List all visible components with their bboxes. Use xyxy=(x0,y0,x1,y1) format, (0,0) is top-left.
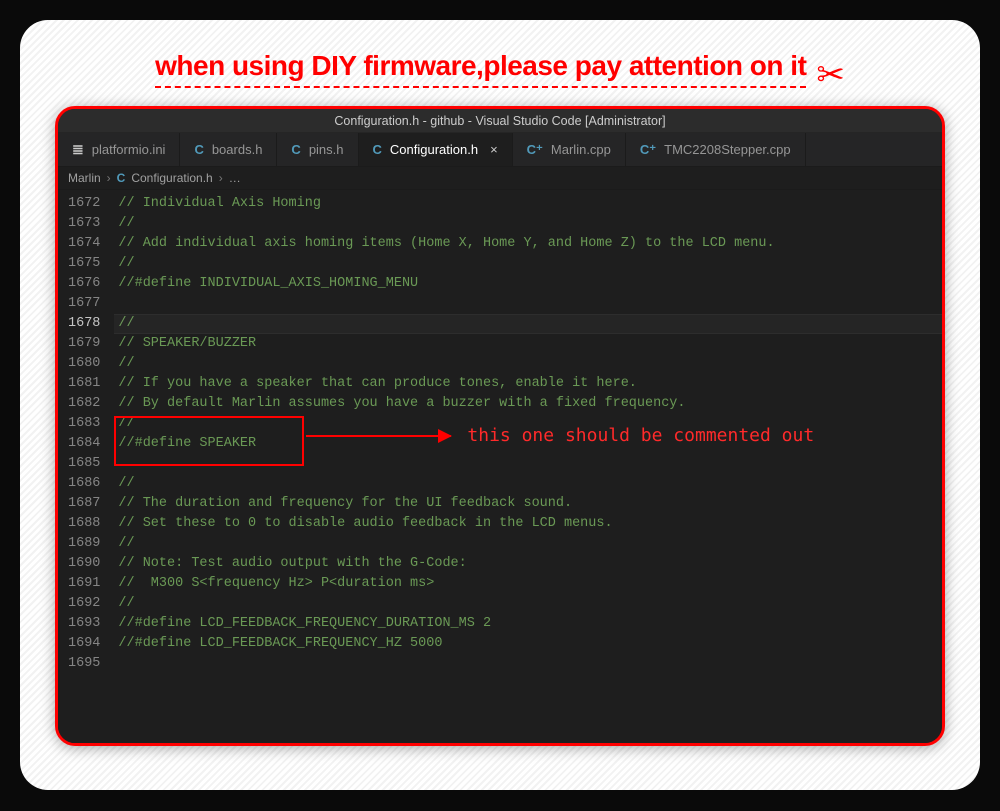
headline-text: when using DIY firmware,please pay atten… xyxy=(155,50,806,88)
breadcrumb-root: Marlin xyxy=(68,171,101,185)
line-number: 1677 xyxy=(68,294,100,314)
tab-label: Configuration.h xyxy=(390,142,478,157)
c-file-icon: C xyxy=(117,171,126,185)
code-line: //#define SPEAKER xyxy=(118,434,942,454)
editor-tab[interactable]: Cboards.h xyxy=(180,133,277,166)
code-line: // xyxy=(118,254,942,274)
line-number: 1675 xyxy=(68,254,100,274)
editor-tabbar: ≣platformio.iniCboards.hCpins.hCConfigur… xyxy=(58,133,942,167)
code-line: // By default Marlin assumes you have a … xyxy=(118,394,942,414)
code-line: // xyxy=(118,414,942,434)
chevron-right-icon xyxy=(219,171,223,185)
code-line: //#define INDIVIDUAL_AXIS_HOMING_MENU xyxy=(118,274,942,294)
code-line: // xyxy=(118,594,942,614)
code-line: //#define LCD_FEEDBACK_FREQUENCY_DURATIO… xyxy=(118,614,942,634)
code-line xyxy=(118,654,942,674)
line-number: 1678 xyxy=(68,314,100,334)
line-number: 1695 xyxy=(68,654,100,674)
instruction-card: when using DIY firmware,please pay atten… xyxy=(20,20,980,790)
code-line: //#define LCD_FEEDBACK_FREQUENCY_HZ 5000 xyxy=(118,634,942,654)
line-number: 1688 xyxy=(68,514,100,534)
tab-label: TMC2208Stepper.cpp xyxy=(664,142,790,157)
line-number: 1682 xyxy=(68,394,100,414)
line-number: 1681 xyxy=(68,374,100,394)
line-number: 1684 xyxy=(68,434,100,454)
tab-label: pins.h xyxy=(309,142,344,157)
line-number: 1689 xyxy=(68,534,100,554)
scissors-icon: ✂ xyxy=(816,58,845,92)
line-number: 1672 xyxy=(68,194,100,214)
code-line: // Set these to 0 to disable audio feedb… xyxy=(118,514,942,534)
line-number: 1676 xyxy=(68,274,100,294)
chevron-right-icon xyxy=(107,171,111,185)
file-type-icon: ≣ xyxy=(72,141,84,158)
code-line: // The duration and frequency for the UI… xyxy=(118,494,942,514)
code-line xyxy=(118,294,942,314)
tab-label: platformio.ini xyxy=(92,142,166,157)
line-number: 1690 xyxy=(68,554,100,574)
code-line: // Note: Test audio output with the G-Co… xyxy=(118,554,942,574)
line-number: 1674 xyxy=(68,234,100,254)
line-number: 1692 xyxy=(68,594,100,614)
editor-tab[interactable]: C⁺ TMC2208Stepper.cpp xyxy=(626,133,806,166)
editor-tab[interactable]: C Configuration.h × xyxy=(359,133,513,166)
code-line: // Individual Axis Homing xyxy=(118,194,942,214)
code-line: // SPEAKER/BUZZER xyxy=(118,334,942,354)
line-number: 1693 xyxy=(68,614,100,634)
line-number: 1673 xyxy=(68,214,100,234)
breadcrumb[interactable]: Marlin C Configuration.h … xyxy=(58,167,942,190)
line-number: 1691 xyxy=(68,574,100,594)
headline-wrap: when using DIY firmware,please pay atten… xyxy=(55,50,945,88)
file-type-icon: C xyxy=(291,142,300,157)
code-area[interactable]: // Individual Axis Homing//// Add indivi… xyxy=(114,190,942,746)
line-number: 1679 xyxy=(68,334,100,354)
close-icon[interactable]: × xyxy=(490,142,498,157)
file-type-icon: C⁺ xyxy=(527,142,543,158)
line-number: 1687 xyxy=(68,494,100,514)
code-line: // Add individual axis homing items (Hom… xyxy=(118,234,942,254)
line-number: 1683 xyxy=(68,414,100,434)
vscode-window: Configuration.h - github - Visual Studio… xyxy=(55,106,945,746)
file-type-icon: C xyxy=(373,142,382,157)
code-line: // xyxy=(118,534,942,554)
breadcrumb-file: Configuration.h xyxy=(131,171,212,185)
editor-body[interactable]: 1672167316741675167616771678167916801681… xyxy=(58,190,942,746)
editor-tab[interactable]: C⁺ Marlin.cpp xyxy=(513,133,626,166)
line-number: 1685 xyxy=(68,454,100,474)
code-line: // xyxy=(118,354,942,374)
code-line: // xyxy=(118,474,942,494)
file-type-icon: C xyxy=(194,142,203,157)
line-number: 1686 xyxy=(68,474,100,494)
code-line: // xyxy=(118,314,942,334)
editor-tab[interactable]: ≣ platformio.ini xyxy=(58,133,180,166)
titlebar: Configuration.h - github - Visual Studio… xyxy=(58,109,942,133)
editor-tab[interactable]: Cpins.h xyxy=(277,133,358,166)
line-number-gutter: 1672167316741675167616771678167916801681… xyxy=(58,190,114,746)
code-line: // M300 S<frequency Hz> P<duration ms> xyxy=(118,574,942,594)
code-line: // xyxy=(118,214,942,234)
tab-label: boards.h xyxy=(212,142,263,157)
line-number: 1680 xyxy=(68,354,100,374)
line-number: 1694 xyxy=(68,634,100,654)
breadcrumb-more: … xyxy=(229,171,241,185)
tab-label: Marlin.cpp xyxy=(551,142,611,157)
code-line xyxy=(118,454,942,474)
code-line: // If you have a speaker that can produc… xyxy=(118,374,942,394)
file-type-icon: C⁺ xyxy=(640,142,656,158)
